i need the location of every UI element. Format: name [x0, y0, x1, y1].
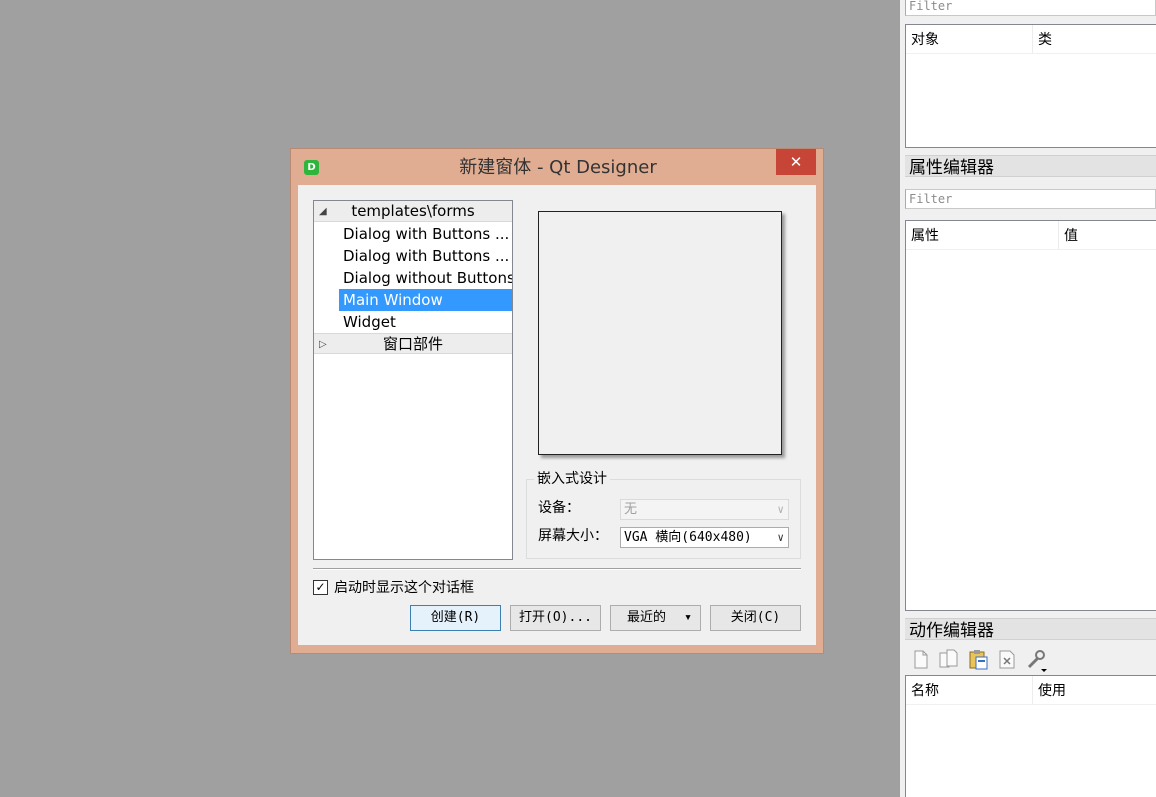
tree-category-widgets[interactable]: ▷ 窗口部件 — [314, 333, 512, 354]
delete-action-icon[interactable] — [997, 648, 1017, 670]
property-editor-title: 属性编辑器 — [905, 155, 1156, 178]
close-button[interactable]: 关闭(C) — [710, 605, 801, 631]
device-label: 设备： — [538, 500, 580, 516]
show-on-startup-checkbox[interactable]: ✓ — [313, 580, 328, 595]
separator-line — [313, 568, 801, 570]
open-button[interactable]: 打开(O)... — [510, 605, 601, 631]
action-editor-list[interactable]: 名称 使用 — [905, 675, 1156, 797]
screen-size-label: 屏幕大小： — [538, 528, 608, 544]
expand-arrow-icon[interactable]: ▷ — [319, 334, 327, 355]
show-on-startup-label[interactable]: 启动时显示这个对话框 — [334, 578, 474, 598]
tree-category-label: templates\forms — [351, 202, 475, 220]
close-window-button[interactable]: ✕ — [776, 149, 816, 175]
chevron-down-icon: ∨ — [777, 503, 784, 516]
column-header-class[interactable]: 类 — [1033, 25, 1156, 53]
tree-item-dialog-buttons-right[interactable]: Dialog with Buttons ... — [339, 245, 512, 267]
copy-action-icon[interactable] — [938, 648, 958, 670]
object-inspector-header: 对象 类 — [906, 25, 1156, 54]
collapse-arrow-icon[interactable]: ◢ — [319, 201, 327, 222]
object-filter-input[interactable]: Filter — [905, 0, 1156, 16]
screen-size-value: VGA 横向(640x480) — [624, 530, 752, 545]
chevron-down-icon: ∨ — [777, 531, 784, 544]
screen-size-combo[interactable]: VGA 横向(640x480) ∨ — [620, 527, 789, 548]
tree-item-dialog-without-buttons[interactable]: Dialog without Buttons — [339, 267, 512, 289]
template-tree[interactable]: ◢ templates\forms Dialog with Buttons ..… — [313, 200, 513, 560]
paste-action-icon[interactable] — [967, 648, 988, 670]
dialog-client-area: ◢ templates\forms Dialog with Buttons ..… — [298, 185, 816, 645]
device-combo[interactable]: 无 ∨ — [620, 499, 789, 520]
action-editor-header: 名称 使用 — [906, 676, 1156, 705]
tree-category-label: 窗口部件 — [382, 335, 443, 353]
new-action-icon[interactable] — [911, 648, 931, 670]
tree-category-templates-forms[interactable]: ◢ templates\forms — [314, 201, 512, 222]
device-combo-value: 无 — [624, 502, 638, 517]
recent-button[interactable]: 最近的 ▾ — [610, 605, 701, 631]
property-editor-list[interactable]: 属性 值 — [905, 220, 1156, 611]
embedded-design-title: 嵌入式设计 — [534, 469, 610, 489]
column-header-value[interactable]: 值 — [1059, 221, 1156, 249]
column-header-used[interactable]: 使用 — [1033, 676, 1156, 704]
object-inspector-list[interactable]: 对象 类 — [905, 24, 1156, 148]
dropdown-arrow-icon: ▾ — [684, 610, 692, 625]
right-dock: Filter 对象 类 属性编辑器 Filter 属性 值 动作编辑器 名称 使… — [900, 0, 1156, 797]
property-editor-header: 属性 值 — [906, 221, 1156, 250]
form-preview — [538, 211, 782, 455]
tree-item-widget[interactable]: Widget — [339, 311, 512, 333]
action-editor-title: 动作编辑器 — [905, 618, 1156, 641]
column-header-object[interactable]: 对象 — [906, 25, 1032, 53]
column-header-name[interactable]: 名称 — [906, 676, 1032, 704]
configure-wrench-icon[interactable] — [1025, 648, 1047, 672]
new-form-dialog: D 新建窗体 - Qt Designer ✕ ◢ templates\forms… — [290, 148, 824, 654]
property-filter-input[interactable]: Filter — [905, 189, 1156, 209]
create-button[interactable]: 创建(R) — [410, 605, 501, 631]
tree-item-main-window[interactable]: Main Window — [339, 289, 512, 311]
dialog-title: 新建窗体 - Qt Designer — [459, 157, 657, 178]
recent-button-label: 最近的 — [626, 610, 666, 625]
tree-item-dialog-buttons-bottom[interactable]: Dialog with Buttons ... — [339, 223, 512, 245]
column-header-property[interactable]: 属性 — [906, 221, 1058, 249]
